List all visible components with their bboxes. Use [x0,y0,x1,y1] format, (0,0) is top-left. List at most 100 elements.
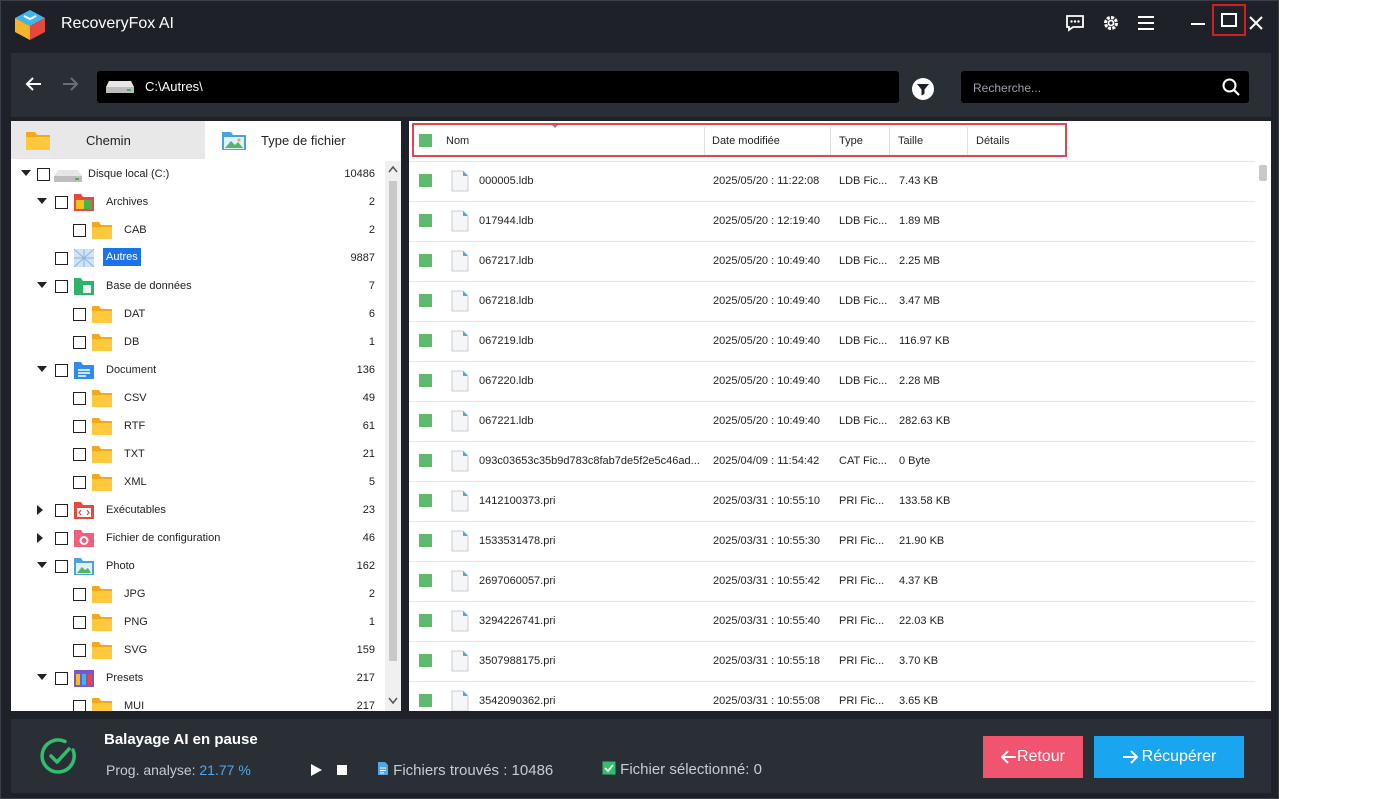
file-checkbox[interactable] [419,334,432,347]
file-checkbox[interactable] [419,494,432,507]
recover-button[interactable]: Récupérer [1094,736,1244,778]
file-row[interactable]: 067218.ldb 2025/05/20 : 10:49:40 LDB Fic..… [409,281,1255,322]
tree-item-checkbox[interactable] [55,532,68,545]
back-button[interactable]: Retour [983,736,1083,778]
tree-item[interactable]: MUI 217 [11,693,385,711]
back-nav-button[interactable] [19,69,49,99]
tree-item[interactable]: DAT 6 [11,301,385,329]
tree-item[interactable]: DB 1 [11,329,385,357]
tree-item[interactable]: Autres 9887 [11,245,385,273]
tree-item-checkbox[interactable] [55,672,68,685]
close-button[interactable] [1240,9,1272,37]
file-type: LDB Fic... [839,255,888,267]
tree-scrollbar[interactable] [385,161,401,711]
filter-icon[interactable] [911,77,935,101]
tree-item[interactable]: Photo 162 [11,553,385,581]
file-checkbox[interactable] [419,214,432,227]
tree-item-checkbox[interactable] [55,196,68,209]
expand-arrow-down-icon[interactable] [21,170,31,176]
tree-item[interactable]: CAB 2 [11,217,385,245]
tree-item[interactable]: SVG 159 [11,637,385,665]
tree-item-checkbox[interactable] [37,168,50,181]
file-checkbox[interactable] [419,174,432,187]
scroll-down-icon[interactable] [388,697,398,705]
file-row[interactable]: 067219.ldb 2025/05/20 : 10:49:40 LDB Fic..… [409,321,1255,362]
tree-item-checkbox[interactable] [55,560,68,573]
play-icon[interactable] [309,763,323,777]
tree-item-checkbox[interactable] [73,336,86,349]
tree-item[interactable]: Base de données 7 [11,273,385,301]
forward-nav-button[interactable] [55,69,85,99]
file-checkbox[interactable] [419,454,432,467]
file-checkbox[interactable] [419,614,432,627]
tree-item[interactable]: PNG 1 [11,609,385,637]
search-icon[interactable] [1221,77,1241,97]
tree-item-checkbox[interactable] [55,364,68,377]
file-row[interactable]: 1533531478.pri 2025/03/31 : 10:55:30 PRI F… [409,521,1255,562]
file-row[interactable]: 000005.ldb 2025/05/20 : 11:22:08 LDB Fic..… [409,161,1255,202]
file-checkbox[interactable] [419,654,432,667]
file-checkbox[interactable] [419,574,432,587]
file-list-scrollbar[interactable] [1255,161,1271,711]
tree-item[interactable]: XML 5 [11,469,385,497]
stop-icon[interactable] [337,765,347,775]
file-checkbox[interactable] [419,534,432,547]
tree-item[interactable]: Document 136 [11,357,385,385]
file-row[interactable]: 3294226741.pri 2025/03/31 : 10:55:40 PRI F… [409,601,1255,642]
file-row[interactable]: 3542090362.pri 2025/03/31 : 10:55:08 PRI F… [409,681,1255,711]
tree-item-checkbox[interactable] [73,476,86,489]
file-checkbox[interactable] [419,414,432,427]
file-checkbox[interactable] [419,254,432,267]
feedback-button[interactable] [1059,9,1091,37]
expand-arrow-down-icon[interactable] [37,562,47,568]
tree-item-checkbox[interactable] [55,280,68,293]
tree-item-checkbox[interactable] [55,252,68,265]
scroll-up-icon[interactable] [388,165,398,173]
tree-item-checkbox[interactable] [73,644,86,657]
search-input[interactable] [971,77,1215,99]
tree-item[interactable]: TXT 21 [11,441,385,469]
tree-item-checkbox[interactable] [73,700,86,711]
file-checkbox[interactable] [419,294,432,307]
expand-arrow-down-icon[interactable] [37,282,47,288]
expand-arrow-right-icon[interactable] [37,505,43,515]
tree-item[interactable]: CSV 49 [11,385,385,413]
tree-item-checkbox[interactable] [73,420,86,433]
file-row[interactable]: 093c03653c35b9d783c8fab7de5f2e5c46ad... 2… [409,441,1255,482]
file-row[interactable]: 067221.ldb 2025/05/20 : 10:49:40 LDB Fic..… [409,401,1255,442]
settings-button[interactable] [1095,9,1127,37]
tree-item[interactable]: RTF 61 [11,413,385,441]
file-checkbox[interactable] [419,374,432,387]
expand-arrow-down-icon[interactable] [37,366,47,372]
tab-chemin[interactable]: Chemin [11,121,205,159]
expand-arrow-down-icon[interactable] [37,674,47,680]
tree-item-checkbox[interactable] [55,504,68,517]
tree-item-checkbox[interactable] [73,448,86,461]
file-row[interactable]: 017944.ldb 2025/05/20 : 12:19:40 LDB Fic..… [409,201,1255,242]
minimize-button[interactable] [1182,9,1214,37]
file-row[interactable]: 067217.ldb 2025/05/20 : 10:49:40 LDB Fic..… [409,241,1255,282]
tree-item-checkbox[interactable] [73,588,86,601]
expand-arrow-down-icon[interactable] [37,198,47,204]
tree-item-checkbox[interactable] [73,616,86,629]
file-row[interactable]: 067220.ldb 2025/05/20 : 10:49:40 LDB Fic..… [409,361,1255,402]
tree-item[interactable]: Exécutables 23 [11,497,385,525]
file-row[interactable]: 1412100373.pri 2025/03/31 : 10:55:10 PRI F… [409,481,1255,522]
file-row[interactable]: 3507988175.pri 2025/03/31 : 10:55:18 PRI F… [409,641,1255,682]
menu-button[interactable] [1130,9,1162,37]
tree-item[interactable]: Fichier de configuration 46 [11,525,385,553]
tree-scroll-thumb[interactable] [389,181,397,661]
tree-item-checkbox[interactable] [73,308,86,321]
path-box[interactable]: C:\Autres\ [97,71,899,103]
tree-item[interactable]: Presets 217 [11,665,385,693]
tree-item-checkbox[interactable] [73,392,86,405]
tree-item[interactable]: Archives 2 [11,189,385,217]
tree-item[interactable]: Disque local (C:) 10486 [11,161,385,189]
tree-item[interactable]: JPG 2 [11,581,385,609]
expand-arrow-right-icon[interactable] [37,533,43,543]
tab-type-de-fichier[interactable]: Type de fichier [205,121,401,159]
file-list-scroll-thumb[interactable] [1259,165,1267,181]
tree-item-checkbox[interactable] [73,224,86,237]
file-checkbox[interactable] [419,694,432,707]
file-row[interactable]: 2697060057.pri 2025/03/31 : 10:55:42 PRI F… [409,561,1255,602]
